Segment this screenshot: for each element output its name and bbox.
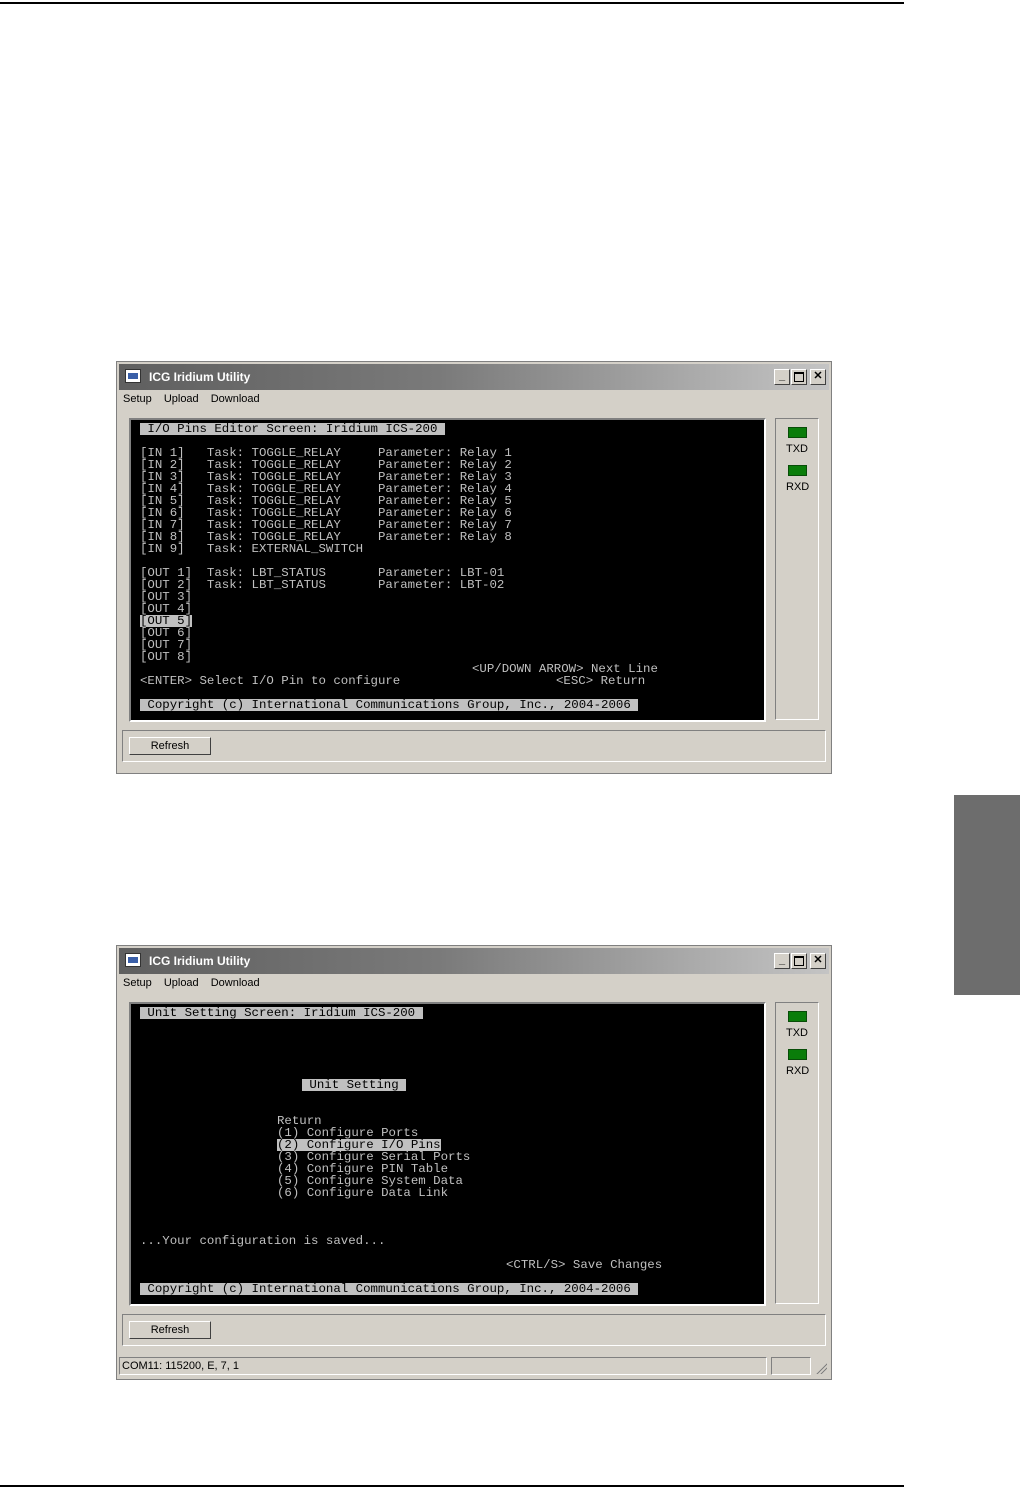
menu-item-configure-data-link[interactable]: (6) Configure Data Link [277,1187,448,1199]
txd-label: TXD [786,443,808,455]
terminal-screen[interactable]: Unit Setting Screen: Iridium ICS-200 Uni… [129,1002,766,1306]
menu-upload[interactable]: Upload [164,393,199,405]
maximize-button[interactable] [791,369,807,385]
footer-rule [0,1485,904,1487]
copyright-bar: Copyright (c) International Communicatio… [140,1282,639,1296]
txd-led-icon [788,1011,807,1022]
menu-bar: Setup Upload Download [123,393,269,409]
unit-setting-title: Unit Setting [302,1078,407,1092]
hint-save: <CTRL/S> Save Changes [506,1258,663,1272]
screen-header: Unit Setting Screen: Iridium ICS-200 [140,1006,423,1020]
menu-download[interactable]: Download [211,393,260,405]
close-button[interactable]: ✕ [810,369,826,385]
status-cell-empty [771,1357,811,1375]
rxd-label: RXD [786,481,810,493]
pin-line[interactable]: [IN 9] Task: EXTERNAL_SWITCH [140,543,363,555]
minimize-button[interactable]: _ [774,369,790,385]
window-title: ICG Iridium Utility [149,954,251,968]
refresh-button[interactable]: Refresh [129,737,211,755]
app-window-io-pins: ICG Iridium Utility _ ✕ Setup Upload Dow… [116,361,832,774]
pin-line[interactable]: [OUT 8] [140,651,192,663]
maximize-icon [794,956,804,966]
minimize-button[interactable]: _ [774,953,790,969]
hint-enter: <ENTER> Select I/O Pin to configure [140,674,401,688]
saved-message: ...Your configuration is saved... [140,1234,386,1248]
window-title: ICG Iridium Utility [149,370,251,384]
rxd-label: RXD [786,1065,810,1077]
menu-bar: Setup Upload Download [123,977,269,993]
menu-upload[interactable]: Upload [164,977,199,989]
resize-grip-icon[interactable] [815,1362,827,1374]
maximize-icon [794,372,804,382]
rxd-led-icon [788,465,807,476]
pin-line[interactable]: [OUT 2] Task: LBT_STATUS Parameter: LBT-… [140,579,504,591]
section-tab-marker [954,795,1020,995]
led-panel: TXD RXD [775,1002,819,1304]
terminal-screen[interactable]: I/O Pins Editor Screen: Iridium ICS-200 … [129,418,766,722]
menu-setup[interactable]: Setup [123,393,152,405]
header-rule [0,2,904,4]
app-icon [125,953,141,967]
txd-led-icon [788,427,807,438]
txd-label: TXD [786,1027,808,1039]
title-bar[interactable]: ICG Iridium Utility _ ✕ [119,948,829,974]
button-bar: Refresh [122,1314,826,1346]
app-window-unit-setting: ICG Iridium Utility _ ✕ Setup Upload Dow… [116,945,832,1380]
button-bar: Refresh [122,730,826,762]
status-port-settings: COM11: 115200, E, 7, 1 [119,1357,767,1375]
led-panel: TXD RXD [775,418,819,720]
title-bar[interactable]: ICG Iridium Utility _ ✕ [119,364,829,390]
rxd-led-icon [788,1049,807,1060]
menu-download[interactable]: Download [211,977,260,989]
menu-setup[interactable]: Setup [123,977,152,989]
refresh-button[interactable]: Refresh [129,1321,211,1339]
close-button[interactable]: ✕ [810,953,826,969]
hint-esc: <ESC> Return [556,674,646,688]
copyright-bar: Copyright (c) International Communicatio… [140,698,639,712]
screen-header: I/O Pins Editor Screen: Iridium ICS-200 [140,422,445,436]
status-bar: COM11: 115200, E, 7, 1 [119,1356,829,1376]
app-icon [125,369,141,383]
maximize-button[interactable] [791,953,807,969]
